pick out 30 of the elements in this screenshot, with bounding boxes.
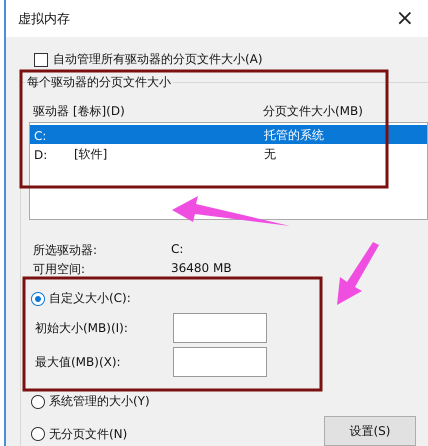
set-button[interactable]: 设置(S)	[324, 416, 416, 446]
radio-button[interactable]	[31, 427, 45, 441]
option-label: 系统管理的大小(Y)	[49, 393, 150, 410]
input-field[interactable]	[173, 347, 267, 377]
drive-letter: D:	[34, 148, 48, 162]
field-label: 最大值(MB)(X):	[35, 354, 122, 370]
info-label: 所选驱动器:	[33, 242, 98, 259]
radio-button[interactable]	[31, 394, 45, 408]
page-file-size: 托管的系统	[264, 127, 325, 144]
option-label: 自定义大小(C):	[49, 290, 131, 307]
info-value: C:	[171, 242, 184, 258]
checkbox-label: 自动管理所有驱动器的分页文件大小(A)	[53, 51, 263, 68]
radio-button[interactable]	[31, 292, 45, 306]
pointer-arrow	[337, 242, 379, 305]
info-label: 可用空间:	[33, 261, 86, 278]
group-title: 每个驱动器的分页文件大小	[25, 74, 173, 91]
input-field[interactable]	[173, 313, 267, 343]
close-button[interactable]: ×	[392, 8, 418, 30]
field-label: 初始大小(MB)(I):	[35, 320, 129, 336]
column-header: 分页文件大小(MB)	[263, 103, 364, 120]
list-row[interactable]: D: [软件] 无	[30, 144, 427, 163]
column-header: 驱动器 [卷标](D)	[33, 103, 126, 120]
volume-label: [软件]	[74, 146, 108, 163]
info-value: 36480 MB	[171, 261, 233, 277]
drive-letter: C:	[34, 128, 48, 142]
page-file-size: 无	[264, 146, 277, 163]
list-row[interactable]: C: 托管的系统	[30, 125, 427, 144]
checkbox[interactable]	[34, 52, 48, 66]
option-label: 无分页文件(N)	[49, 426, 128, 442]
window-title: 虚拟内存	[18, 10, 70, 28]
